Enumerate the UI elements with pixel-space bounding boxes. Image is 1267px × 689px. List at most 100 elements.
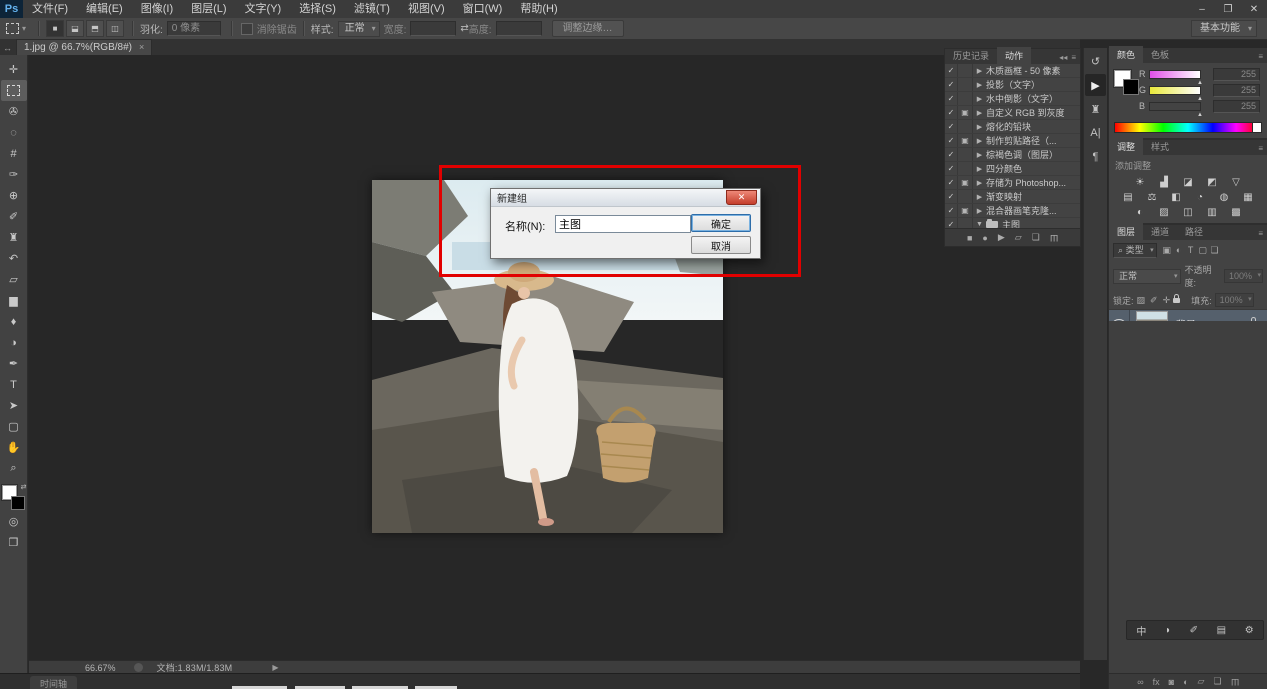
tab-swatches[interactable]: 色板 [1143, 46, 1177, 63]
crop-tool[interactable]: # [1, 143, 27, 164]
selection-subtract-button[interactable]: ⬒ [86, 20, 104, 37]
close-button[interactable]: ✕ [1241, 1, 1267, 17]
dialog-toggle-icon[interactable]: ▣ [958, 106, 973, 119]
channel-slider[interactable] [1149, 70, 1201, 79]
document-tab[interactable]: 1.jpg @ 66.7%(RGB/8#) × [16, 39, 152, 55]
record-icon[interactable]: ● [982, 233, 987, 243]
channel-value-field[interactable]: 255 [1213, 68, 1260, 81]
expand-triangle-icon[interactable]: ▶ [973, 67, 986, 75]
dialog-toggle-icon[interactable] [958, 64, 973, 77]
tab-close-icon[interactable]: × [139, 40, 144, 55]
dialog-toggle-icon[interactable] [958, 92, 973, 105]
dialog-toggle-icon[interactable] [958, 148, 973, 161]
lock-all-icon[interactable] [1173, 298, 1180, 303]
toggle-item-check[interactable]: ✓ [945, 78, 958, 91]
blur-tool[interactable]: ♦ [1, 311, 27, 332]
toggle-item-check[interactable]: ✓ [945, 190, 958, 203]
panel-menu-icon[interactable]: ≡ [1258, 52, 1267, 63]
channel-slider[interactable] [1149, 102, 1201, 111]
dialog-title-bar[interactable]: 新建组 ✕ [491, 189, 760, 207]
gradient-map-icon[interactable]: ▥ [1205, 206, 1220, 219]
action-row[interactable]: ✓ ▣ ▶ 存储为 Photoshop... [945, 176, 1080, 190]
menu-item[interactable]: 文件(F) [23, 0, 77, 18]
add-mask-icon[interactable]: ◙ [1169, 677, 1174, 687]
feather-input[interactable]: 0 像素 [167, 21, 221, 36]
menu-item[interactable]: 窗口(W) [454, 0, 512, 18]
channel-mixer-icon[interactable]: ◍ [1217, 191, 1232, 204]
ime-pen-icon[interactable]: ✐ [1190, 625, 1198, 636]
action-row[interactable]: ✓ ▣ ▶ 自定义 RGB 到灰度 [945, 106, 1080, 120]
style-select[interactable]: 正常 [338, 21, 380, 37]
dialog-toggle-icon[interactable]: ▣ [958, 134, 973, 147]
rectangular-marquee-tool[interactable] [1, 80, 27, 101]
hue-saturation-icon[interactable]: ▤ [1121, 191, 1136, 204]
toggle-item-check[interactable]: ✓ [945, 162, 958, 175]
toggle-item-check[interactable]: ✓ [945, 92, 958, 105]
expand-triangle-icon[interactable]: ▶ [973, 95, 986, 103]
move-tool[interactable]: ✛ [1, 59, 27, 80]
delete-trash-icon[interactable]: Ш [1050, 233, 1058, 243]
fill-field[interactable]: 100% [1215, 293, 1254, 307]
action-row[interactable]: ✓ ▶ 熔化的铅块 [945, 120, 1080, 134]
canvas-area[interactable] [29, 55, 1080, 660]
toggle-item-check[interactable]: ✓ [945, 204, 958, 217]
ime-keyboard-icon[interactable]: ▤ [1217, 625, 1226, 636]
tab-color[interactable]: 颜色 [1109, 46, 1143, 63]
eyedropper-tool[interactable]: ✑ [1, 164, 27, 185]
tab-channels[interactable]: 通道 [1143, 223, 1177, 240]
hand-tool[interactable]: ✋ [1, 437, 27, 458]
action-row[interactable]: ✓ ▶ 渐变映射 [945, 190, 1080, 204]
action-row[interactable]: ✓ ▶ 棕褐色调（图层） [945, 148, 1080, 162]
ok-button[interactable]: 确定 [691, 214, 751, 232]
expand-triangle-icon[interactable]: ▶ [973, 165, 986, 173]
refine-edge-button[interactable]: 调整边缘… [552, 20, 624, 37]
expand-triangle-icon[interactable]: ▶ [973, 123, 986, 131]
ime-fullwidth-icon[interactable]: ◗ [1165, 625, 1171, 636]
restore-button[interactable]: ❐ [1215, 1, 1241, 17]
expand-triangle-icon[interactable]: ▶ [973, 193, 986, 201]
dodge-tool[interactable]: ◑ [1, 332, 27, 353]
menu-item[interactable]: 编辑(E) [77, 0, 132, 18]
menu-item[interactable]: 视图(V) [399, 0, 454, 18]
tab-history[interactable]: 历史记录 [945, 47, 997, 64]
swap-dimensions-icon[interactable]: ⇄ [460, 23, 468, 34]
spot-healing-brush-tool[interactable]: ⊕ [1, 185, 27, 206]
toggle-item-check[interactable]: ✓ [945, 176, 958, 189]
filter-pixel-layers-icon[interactable]: ▣ [1161, 245, 1173, 256]
opacity-field[interactable]: 100% [1224, 269, 1263, 283]
ime-mode-chinese[interactable]: 中 [1136, 623, 1146, 638]
gradient-tool[interactable]: ▆ [1, 290, 27, 311]
selection-new-button[interactable]: ■ [46, 20, 64, 37]
pen-tool[interactable]: ✒ [1, 353, 27, 374]
zoom-level-field[interactable]: 66.67% [85, 663, 116, 673]
play-icon[interactable]: ▶ [998, 232, 1005, 243]
dialog-toggle-icon[interactable] [958, 120, 973, 133]
cancel-button[interactable]: 取消 [691, 236, 751, 254]
expand-triangle-icon[interactable]: ▼ [973, 221, 986, 228]
foreground-background-colors[interactable]: ⇄ [2, 485, 26, 511]
expand-triangle-icon[interactable]: ▶ [973, 137, 986, 145]
channel-value-field[interactable]: 255 [1213, 84, 1260, 97]
selective-color-icon[interactable]: ▩ [1229, 206, 1244, 219]
paragraph-panel-icon[interactable]: ¶ [1085, 146, 1106, 168]
expand-triangle-icon[interactable]: ▶ [973, 81, 986, 89]
blend-mode-select[interactable]: 正常 [1113, 269, 1181, 284]
filter-kind-select[interactable]: ⌕ 类型 [1113, 243, 1157, 258]
dialog-toggle-icon[interactable]: ▣ [958, 204, 973, 217]
lock-position-icon[interactable]: ✛ [1163, 295, 1171, 306]
action-row[interactable]: ✓ ▶ 四分颜色 [945, 162, 1080, 176]
character-panel-icon[interactable]: A| [1085, 122, 1106, 144]
tab-adjustments[interactable]: 调整 [1109, 138, 1143, 155]
shape-tool[interactable]: ▢ [1, 416, 27, 437]
black-white-icon[interactable]: ◧ [1169, 191, 1184, 204]
expand-triangle-icon[interactable]: ▶ [973, 207, 986, 215]
current-tool-icon[interactable]: ▾ [0, 23, 32, 34]
toggle-item-check[interactable]: ✓ [945, 64, 958, 77]
new-layer-icon[interactable]: ❏ [1213, 676, 1221, 687]
expand-triangle-icon[interactable]: ▶ [973, 151, 986, 159]
new-adjustment-layer-icon[interactable]: ◐ [1183, 677, 1188, 687]
filter-smart-objects-icon[interactable]: ❏ [1209, 245, 1221, 256]
vibrance-icon[interactable]: ▽ [1229, 176, 1244, 189]
actions-panel-icon[interactable]: ▶ [1085, 74, 1106, 96]
clone-source-panel-icon[interactable]: ♜ [1085, 98, 1106, 120]
